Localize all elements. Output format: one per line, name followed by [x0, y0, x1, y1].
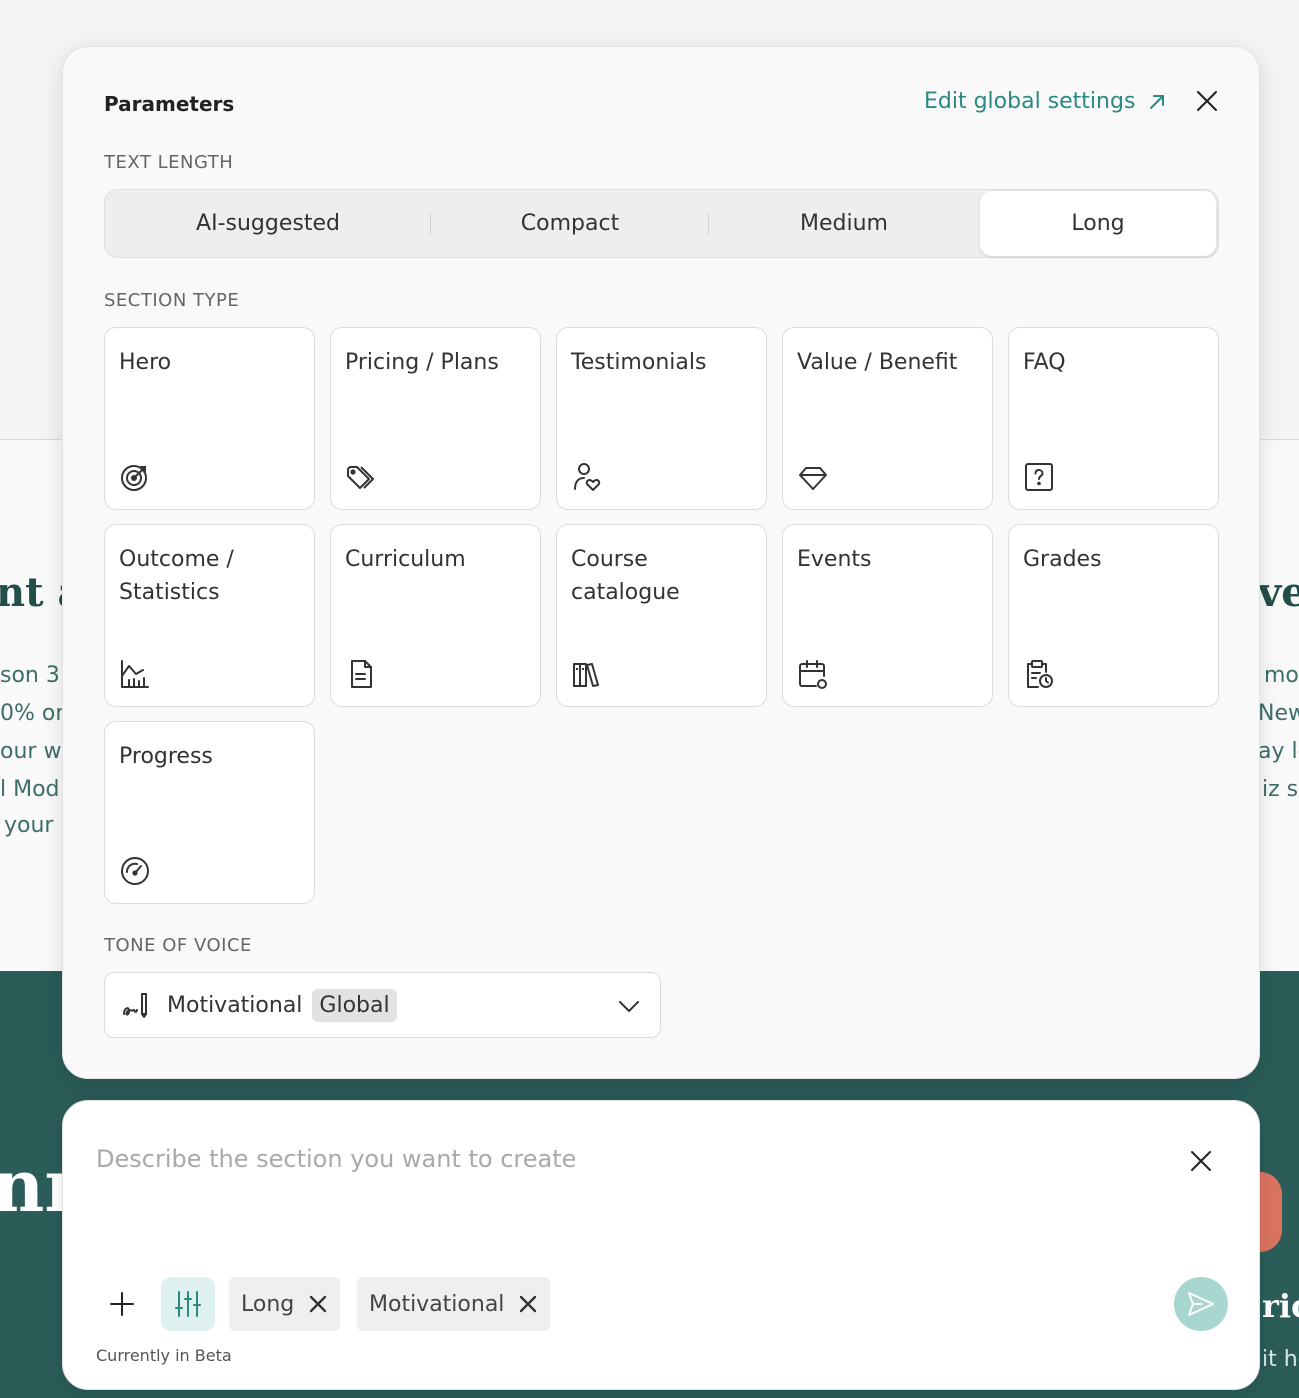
text-length-ai-suggested[interactable]: AI-suggested — [105, 190, 431, 257]
section-card-label: Grades — [1023, 547, 1102, 572]
section-card-label: Pricing / Plans — [345, 350, 499, 375]
background-line: your — [4, 813, 54, 838]
chip-long: Long — [229, 1277, 341, 1331]
calendar-icon — [799, 660, 827, 689]
section-card-label: Outcome / Statistics — [119, 547, 234, 605]
section-card-grades[interactable]: Grades — [1008, 524, 1219, 707]
section-card-events[interactable]: Events — [782, 524, 993, 707]
background-line: ay le — [1258, 739, 1299, 764]
signature-icon — [123, 993, 147, 1018]
send-icon — [1188, 1292, 1214, 1316]
remove-chip-icon[interactable] — [308, 1294, 328, 1314]
close-prompt-button[interactable] — [1183, 1143, 1219, 1179]
text-length-medium[interactable]: Medium — [709, 190, 979, 257]
external-arrow-icon — [1150, 94, 1165, 109]
background-line: son 3 — [0, 663, 60, 688]
background-line: New — [1258, 701, 1299, 726]
section-card-faq[interactable]: FAQ — [1008, 327, 1219, 510]
tone-of-voice-select[interactable]: Motivational Global — [104, 972, 661, 1038]
background-line: mo — [1264, 663, 1299, 688]
gauge-icon — [121, 857, 149, 885]
add-button[interactable] — [103, 1285, 141, 1323]
global-badge: Global — [312, 988, 397, 1022]
chip-motivational: Motivational — [357, 1277, 551, 1331]
section-card-label: Progress — [119, 744, 213, 769]
document-icon — [351, 660, 372, 688]
tone-of-voice-label: TONE OF VOICE — [104, 935, 252, 956]
background-line: it he — [1262, 1347, 1299, 1372]
close-icon — [1197, 91, 1217, 111]
text-length-selector: AI-suggested Compact Medium Long — [104, 189, 1219, 258]
background-line: iz s — [1262, 777, 1299, 802]
panel-title: Parameters — [104, 92, 235, 116]
prompt-panel: Long Motivational Currently in Beta — [62, 1100, 1260, 1390]
question-square-icon — [1025, 463, 1053, 491]
segment-label: Compact — [520, 211, 620, 236]
text-length-compact[interactable]: Compact — [431, 190, 709, 257]
remove-chip-icon[interactable] — [518, 1294, 538, 1314]
section-card-label: Hero — [119, 350, 172, 375]
section-description-input[interactable] — [96, 1139, 1156, 1179]
books-icon — [573, 663, 599, 687]
text-length-label: TEXT LENGTH — [104, 152, 234, 173]
edit-global-settings-link[interactable]: Edit global settings — [924, 89, 1167, 114]
section-card-label: FAQ — [1023, 350, 1066, 375]
text-length-long[interactable]: Long — [980, 191, 1216, 256]
section-type-label: SECTION TYPE — [104, 290, 240, 311]
close-icon — [1191, 1151, 1211, 1171]
section-card-course-catalogue[interactable]: Course catalogue — [556, 524, 767, 707]
chip-label: Long — [241, 1291, 295, 1317]
background-line: 0% or — [0, 701, 65, 726]
section-card-value-benefit[interactable]: Value / Benefit — [782, 327, 993, 510]
section-card-pricing-plans[interactable]: Pricing / Plans — [330, 327, 541, 510]
section-card-curriculum[interactable]: Curriculum — [330, 524, 541, 707]
tone-of-voice-value: Motivational — [167, 992, 303, 1018]
diamond-icon — [799, 467, 827, 490]
parameters-button[interactable] — [161, 1277, 215, 1331]
plus-icon — [110, 1292, 134, 1316]
section-card-label: Value / Benefit — [797, 350, 958, 375]
clipboard-clock-icon — [1027, 660, 1053, 688]
edit-global-settings-label: Edit global settings — [924, 89, 1136, 114]
background-heading-right-2: ric — [1262, 1287, 1299, 1325]
tags-icon — [347, 466, 374, 489]
bar-chart-icon — [121, 660, 149, 688]
background-heading-right: ver — [1258, 569, 1299, 616]
section-card-label: Course catalogue — [571, 547, 680, 605]
section-card-label: Events — [797, 547, 872, 572]
beta-note: Currently in Beta — [96, 1346, 232, 1365]
segment-label: Medium — [800, 211, 888, 236]
section-card-label: Curriculum — [345, 547, 466, 572]
section-card-outcome-statistics[interactable]: Outcome / Statistics — [104, 524, 315, 707]
section-card-testimonials[interactable]: Testimonials — [556, 327, 767, 510]
parameters-panel: Parameters Edit global settings TEXT LEN… — [62, 46, 1260, 1079]
section-card-hero[interactable]: Hero — [104, 327, 315, 510]
segment-label: Long — [1071, 211, 1125, 236]
chip-label: Motivational — [369, 1291, 505, 1317]
chevron-down-icon — [619, 1001, 639, 1012]
close-parameters-button[interactable] — [1189, 83, 1225, 119]
target-icon — [121, 465, 147, 491]
section-card-label: Testimonials — [571, 350, 707, 375]
background-line: l Mod — [0, 777, 60, 802]
sliders-icon — [175, 1291, 201, 1317]
section-card-progress[interactable]: Progress — [104, 721, 315, 904]
segment-label: AI-suggested — [196, 211, 340, 236]
send-button[interactable] — [1174, 1277, 1228, 1331]
user-heart-icon — [574, 463, 601, 491]
